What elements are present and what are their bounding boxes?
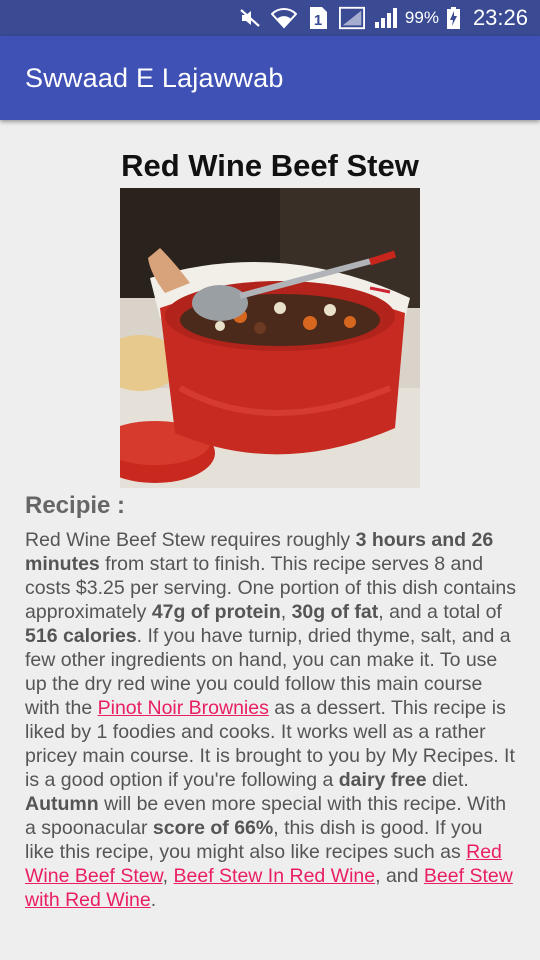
svg-text:1: 1 — [314, 12, 322, 29]
link-beef-stew-in-red-wine[interactable]: Beef Stew In Red Wine — [174, 865, 376, 887]
status-bar: 1 99% 23:26 — [0, 0, 540, 36]
app-bar: Swwaad E Lajawwab — [0, 36, 540, 120]
clock: 23:26 — [472, 5, 528, 30]
battery-charging-icon — [447, 7, 461, 29]
recipe-title: Red Wine Beef Stew — [121, 148, 419, 183]
description-text: , — [280, 601, 292, 623]
mute-icon — [237, 7, 263, 29]
description-text: , and a total of — [378, 601, 502, 623]
recipe-image — [120, 188, 420, 488]
highlight-text: dairy free — [338, 769, 427, 791]
app-title: Swwaad E Lajawwab — [25, 62, 284, 93]
highlight-text: Autumn — [25, 793, 99, 815]
description-text: . — [150, 889, 157, 911]
link-pinot-noir-brownies[interactable]: Pinot Noir Brownies — [98, 697, 269, 719]
highlight-text: score of 66% — [152, 817, 274, 839]
signal-icon — [338, 6, 365, 30]
battery-percent: 99% — [404, 8, 439, 27]
highlight-text: 47g of protein — [151, 601, 281, 623]
description-text: , and — [375, 865, 424, 887]
sim-icon: 1 — [305, 7, 331, 29]
description-text: , — [162, 865, 174, 887]
wifi-icon — [270, 7, 297, 29]
description-text: Red Wine Beef Stew requires roughly — [25, 529, 356, 551]
highlight-text: 30g of fat — [291, 601, 379, 623]
recipe-description: Red Wine Beef Stew requires roughly 3 ho… — [25, 528, 517, 912]
signal-icon — [373, 7, 399, 29]
highlight-text: 516 calories — [25, 625, 137, 647]
description-text: diet. — [426, 769, 469, 791]
section-heading: Recipie : — [25, 492, 126, 519]
